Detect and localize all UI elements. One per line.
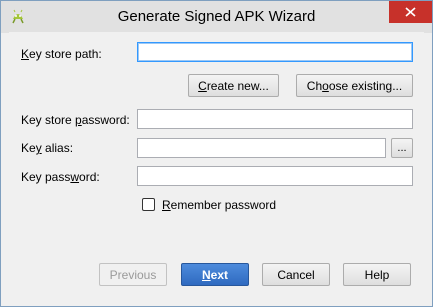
- dialog-content: Key store path: Create new... Ch o ose exi…: [9, 32, 424, 299]
- create-new-button[interactable]: Create new...: [188, 74, 279, 97]
- previous-button[interactable]: Previous: [99, 263, 167, 286]
- key-password-input[interactable]: [137, 166, 413, 186]
- close-button[interactable]: [389, 1, 432, 23]
- key-store-password-label: Key store password:: [21, 113, 130, 127]
- browse-key-alias-button[interactable]: ...: [391, 138, 413, 158]
- title-bar[interactable]: Generate Signed APK Wizard: [1, 1, 432, 33]
- window-title: Generate Signed APK Wizard: [117, 8, 316, 25]
- key-store-path-label: Key store path:: [21, 47, 102, 61]
- key-alias-input[interactable]: [137, 138, 386, 158]
- choose-existing-button[interactable]: Ch o ose existing...: [296, 74, 413, 97]
- cancel-button[interactable]: Cancel: [262, 263, 330, 286]
- key-store-path-input[interactable]: [137, 42, 413, 62]
- next-button[interactable]: Next: [181, 263, 249, 286]
- remember-password-label[interactable]: Remember password: [162, 198, 276, 212]
- key-alias-label: Key alias:: [21, 141, 74, 155]
- dialog-window: Generate Signed APK Wizard Key store pat…: [0, 0, 433, 307]
- remember-password-checkbox[interactable]: [142, 198, 155, 211]
- close-icon: [405, 7, 416, 17]
- help-button[interactable]: Help: [343, 263, 411, 286]
- key-store-password-input[interactable]: [137, 109, 413, 129]
- key-password-label: Key password:: [21, 170, 100, 184]
